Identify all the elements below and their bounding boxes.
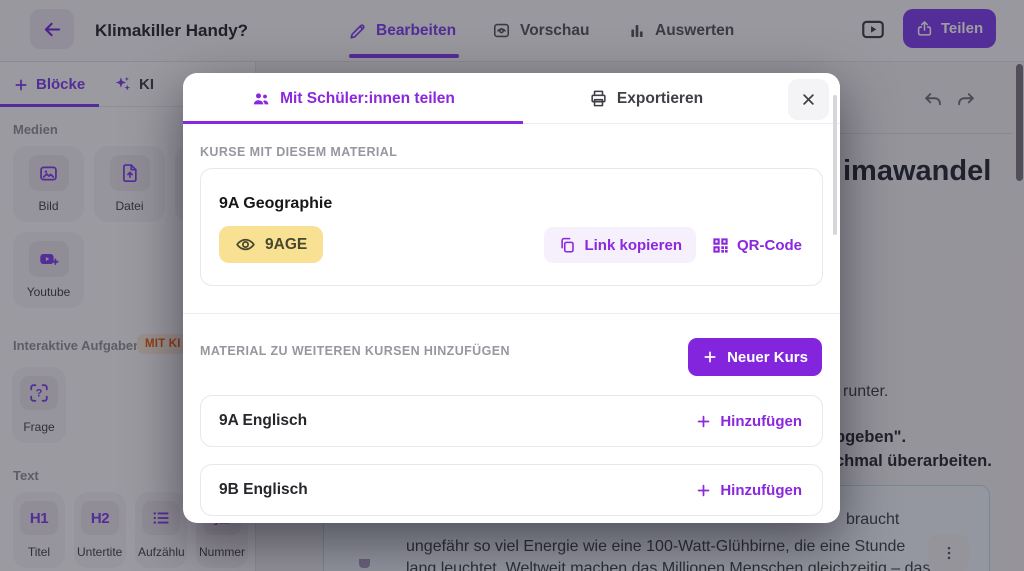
- copy-icon: [558, 236, 576, 254]
- course-name: 9A Geographie: [219, 195, 332, 213]
- qr-code-icon: [711, 236, 730, 255]
- eye-icon: [235, 234, 256, 255]
- modal-tabbar: Mit Schüler:innen teilen Exportieren: [183, 73, 840, 124]
- copy-link-button[interactable]: Link kopieren: [544, 227, 696, 263]
- modal-scrollbar-thumb[interactable]: [833, 95, 837, 235]
- course-actions: Link kopieren QR-Code: [544, 227, 802, 263]
- modal-active-tab-underline: [183, 121, 523, 124]
- add-to-course-button[interactable]: Hinzufügen: [695, 413, 802, 430]
- close-button[interactable]: [788, 79, 829, 120]
- course-row: 9A Englisch Hinzufügen: [200, 395, 823, 447]
- plus-icon: [702, 349, 718, 365]
- add-to-course-button[interactable]: Hinzufügen: [695, 482, 802, 499]
- modal-section-divider: [183, 313, 840, 314]
- share-modal: Mit Schüler:innen teilen Exportieren KUR…: [183, 73, 840, 523]
- printer-icon: [589, 89, 608, 108]
- new-course-button[interactable]: Neuer Kurs: [688, 338, 822, 376]
- section-label-material-hinzufuegen: MATERIAL ZU WEITEREN KURSEN HINZUFÜGEN: [200, 344, 600, 358]
- modal-tab-exportieren[interactable]: Exportieren: [581, 73, 711, 124]
- course-code-badge[interactable]: 9AGE: [219, 226, 323, 263]
- course-row-name: 9A Englisch: [219, 412, 307, 430]
- modal-tab-mit-schuelern-teilen[interactable]: Mit Schüler:innen teilen: [183, 73, 523, 124]
- course-row: 9B Englisch Hinzufügen: [200, 464, 823, 516]
- plus-icon: [695, 413, 712, 430]
- app-screen: Klimakiller Handy? Bearbeiten Vorschau A…: [0, 0, 1024, 571]
- close-icon: [799, 90, 818, 109]
- people-icon: [251, 89, 271, 109]
- course-row-name: 9B Englisch: [219, 481, 308, 499]
- page-scrollbar-thumb[interactable]: [1016, 64, 1023, 181]
- section-label-kurse: KURSE MIT DIESEM MATERIAL: [200, 145, 397, 159]
- qr-code-button[interactable]: QR-Code: [711, 236, 802, 255]
- plus-icon: [695, 482, 712, 499]
- course-card: 9A Geographie 9AGE Link kopieren: [200, 168, 823, 286]
